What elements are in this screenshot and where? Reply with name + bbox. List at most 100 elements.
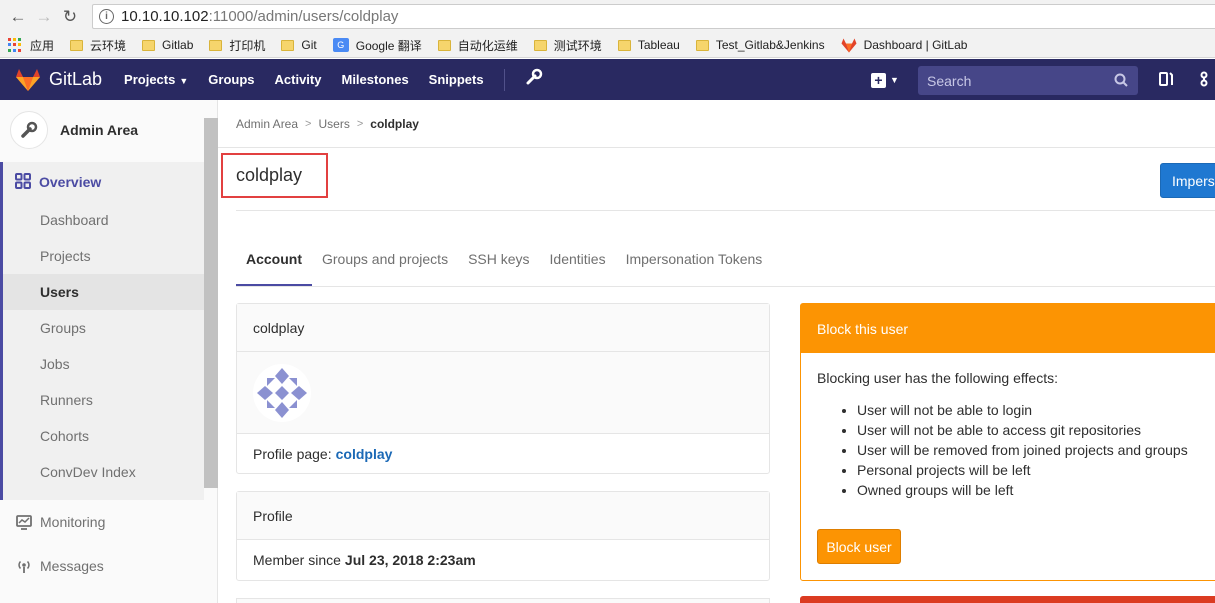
sidebar-item-label: Monitoring (40, 514, 106, 530)
broadcast-icon (15, 558, 32, 574)
todos-icon[interactable] (1200, 71, 1215, 91)
nav-projects[interactable]: Projects ▼ (124, 72, 188, 87)
folder-icon (142, 39, 156, 51)
gitlab-header: GitLab Projects ▼ Groups Activity Milesto… (0, 59, 1215, 100)
remove-user-panel (800, 596, 1215, 603)
block-effects-list: User will not be able to login User will… (857, 400, 1213, 500)
block-user-panel: Block this user Blocking user has the fo… (800, 303, 1215, 581)
bookmark-label: Git (301, 38, 317, 52)
bookmark-apps[interactable]: 应用 (8, 37, 54, 54)
bookmark-label: 打印机 (229, 38, 266, 53)
sidebar-item-overview[interactable]: Overview (3, 162, 204, 202)
admin-wrench-icon[interactable] (525, 68, 543, 91)
sidebar-scrollbar[interactable] (204, 118, 218, 488)
sidebar-item-groups[interactable]: Groups (3, 310, 204, 346)
breadcrumb-admin-area[interactable]: Admin Area (236, 117, 298, 131)
new-dropdown[interactable]: + ▼ (871, 69, 903, 91)
impersonate-button[interactable]: Imperso (1160, 163, 1215, 198)
nav-groups[interactable]: Groups (208, 72, 254, 87)
bookmark-item[interactable]: 打印机 (209, 37, 265, 54)
search-icon (1114, 73, 1128, 87)
forward-arrow-icon[interactable]: → (31, 4, 57, 30)
overview-grid-icon (15, 172, 31, 192)
bookmark-label: 应用 (30, 38, 55, 53)
nav-projects-label: Projects (124, 72, 176, 87)
tab-ssh-keys[interactable]: SSH keys (458, 238, 539, 286)
sidebar-item-users[interactable]: Users (3, 274, 204, 310)
bookmark-label: 测试环境 (553, 38, 602, 53)
sidebar-item-jobs[interactable]: Jobs (3, 346, 204, 382)
reload-icon[interactable]: ↻ (57, 4, 83, 30)
breadcrumb-users[interactable]: Users (318, 117, 349, 131)
bookmark-item[interactable]: 云环境 (70, 37, 126, 54)
profile-panel: Profile Member since Jul 23, 2018 2:23am (236, 491, 770, 581)
sidebar-item-label: Messages (40, 558, 104, 574)
bookmark-item[interactable]: Tableau (617, 38, 680, 52)
user-tabs: Account Groups and projects SSH keys Ide… (236, 238, 772, 286)
address-bar[interactable]: i 10.10.10.102:11000/admin/users/coldpla… (92, 4, 1215, 29)
gitlab-tanuki-icon (16, 68, 40, 91)
url-path: :11000/admin/users/coldplay (208, 8, 399, 25)
bookmark-item[interactable]: Dashboard | GitLab (841, 38, 967, 53)
user-avatar (253, 363, 311, 422)
sidebar-item-label: Overview (39, 174, 102, 190)
gitlab-logo[interactable]: GitLab (15, 68, 124, 92)
sidebar-title: Admin Area (60, 122, 139, 138)
tab-groups-and-projects[interactable]: Groups and projects (312, 238, 458, 286)
bookmark-item[interactable]: Test_Gitlab&Jenkins (695, 38, 825, 52)
sidebar-item-runners[interactable]: Runners (3, 382, 204, 418)
monitor-icon (15, 514, 32, 530)
top-nav: Projects ▼ Groups Activity Milestones Sni… (124, 68, 563, 91)
browser-toolbar: ← → ↻ i 10.10.10.102:11000/admin/users/c… (0, 0, 1215, 33)
tab-account[interactable]: Account (236, 238, 312, 286)
bookmark-label: Google 翻译 (355, 38, 422, 53)
folder-icon (533, 39, 547, 51)
bookmark-item[interactable]: Gitlab (142, 38, 193, 52)
bookmark-label: Gitlab (162, 38, 194, 52)
nav-activity[interactable]: Activity (275, 72, 322, 87)
nav-snippets[interactable]: Snippets (429, 72, 484, 87)
sidebar-item-cohorts[interactable]: Cohorts (3, 418, 204, 454)
list-item: User will be removed from joined project… (857, 440, 1213, 460)
chevron-right-icon: > (305, 118, 312, 130)
sidebar-item-projects[interactable]: Projects (3, 238, 204, 274)
search-input[interactable] (927, 72, 1097, 89)
google-translate-icon: G (332, 38, 349, 52)
member-since-label: Member since (253, 552, 341, 568)
profile-page-label: Profile page: (253, 446, 332, 462)
folder-icon (70, 39, 84, 51)
search-box[interactable] (918, 66, 1138, 95)
bookmark-item[interactable]: 测试环境 (533, 37, 602, 54)
sidebar-context-header[interactable]: Admin Area (0, 100, 217, 160)
avatar-row (237, 352, 769, 434)
nav-divider (503, 68, 505, 91)
bookmark-item[interactable]: 自动化运维 (437, 37, 518, 54)
block-panel-body: Blocking user has the following effects:… (801, 353, 1215, 517)
bookmark-item[interactable]: G Google 翻译 (332, 37, 422, 54)
profile-panel-header: Profile (237, 492, 769, 540)
brand-name: GitLab (49, 69, 103, 89)
tab-impersonation-tokens[interactable]: Impersonation Tokens (616, 238, 773, 286)
block-intro: Blocking user has the following effects: (817, 370, 1058, 386)
breadcrumb-current[interactable]: coldplay (370, 117, 419, 131)
sidebar-item-monitoring[interactable]: Monitoring (0, 502, 204, 542)
member-since-row: Member since Jul 23, 2018 2:23am (237, 540, 769, 580)
next-panel (236, 598, 770, 603)
chevron-down-icon: ▼ (890, 75, 899, 85)
sidebar-item-dashboard[interactable]: Dashboard (3, 202, 204, 238)
sidebar-item-messages[interactable]: Messages (0, 546, 204, 586)
back-arrow-icon[interactable]: ← (5, 4, 31, 30)
bookmark-label: 云环境 (90, 38, 127, 53)
nav-milestones[interactable]: Milestones (341, 72, 408, 87)
block-panel-header: Block this user (801, 304, 1215, 353)
sidebar-item-convdev-index[interactable]: ConvDev Index (3, 454, 204, 490)
block-user-button[interactable]: Block user (817, 529, 901, 564)
merge-requests-icon[interactable] (1158, 71, 1174, 91)
list-item: User will not be able to login (857, 400, 1213, 420)
profile-page-link[interactable]: coldplay (336, 446, 393, 462)
bookmark-item[interactable]: Git (281, 38, 317, 52)
plus-icon: + (871, 72, 886, 88)
tab-identities[interactable]: Identities (540, 238, 616, 286)
breadcrumb: Admin Area > Users > coldplay (236, 117, 419, 131)
info-icon[interactable]: i (99, 9, 114, 24)
